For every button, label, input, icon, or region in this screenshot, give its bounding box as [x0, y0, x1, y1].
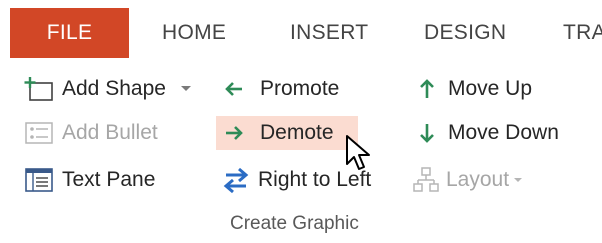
- promote-arrow-icon: [222, 77, 246, 101]
- text-pane-label: Text Pane: [62, 168, 156, 191]
- move-down-button[interactable]: Move Down: [416, 116, 559, 150]
- demote-arrow-icon: [222, 121, 246, 145]
- tab-design[interactable]: DESIGN: [424, 10, 506, 56]
- right-to-left-icon: [222, 165, 250, 195]
- add-shape-icon: [24, 75, 56, 103]
- add-shape-label: Add Shape: [62, 77, 166, 100]
- add-bullet-button[interactable]: Add Bullet: [24, 116, 158, 150]
- tab-home[interactable]: HOME: [162, 10, 226, 56]
- move-up-icon: [416, 77, 438, 101]
- group-label-create-graphic: Create Graphic: [230, 213, 359, 234]
- text-pane-button[interactable]: Text Pane: [24, 163, 155, 197]
- add-shape-button[interactable]: Add Shape: [24, 72, 192, 106]
- ribbon-tab-bar: FILE HOME INSERT DESIGN TRA: [0, 0, 602, 62]
- mouse-cursor-icon: [345, 134, 375, 179]
- demote-label: Demote: [260, 121, 334, 144]
- layout-icon: [412, 166, 440, 194]
- layout-dropdown-arrow-icon[interactable]: [513, 177, 523, 184]
- promote-label: Promote: [260, 77, 340, 100]
- tab-insert[interactable]: INSERT: [290, 10, 368, 56]
- layout-label: Layout: [446, 168, 510, 191]
- tab-transitions[interactable]: TRA: [563, 10, 602, 56]
- move-up-label: Move Up: [448, 77, 533, 100]
- text-pane-icon: [24, 166, 56, 194]
- layout-button[interactable]: Layout: [412, 163, 523, 197]
- demote-button[interactable]: Demote: [216, 116, 358, 150]
- tab-file[interactable]: FILE: [10, 8, 129, 58]
- dropdown-arrow-icon[interactable]: [180, 85, 192, 93]
- move-up-button[interactable]: Move Up: [416, 72, 532, 106]
- move-down-icon: [416, 121, 438, 145]
- add-bullet-label: Add Bullet: [62, 121, 158, 144]
- move-down-label: Move Down: [448, 121, 559, 144]
- add-bullet-icon: [24, 119, 56, 147]
- promote-button[interactable]: Promote: [222, 72, 339, 106]
